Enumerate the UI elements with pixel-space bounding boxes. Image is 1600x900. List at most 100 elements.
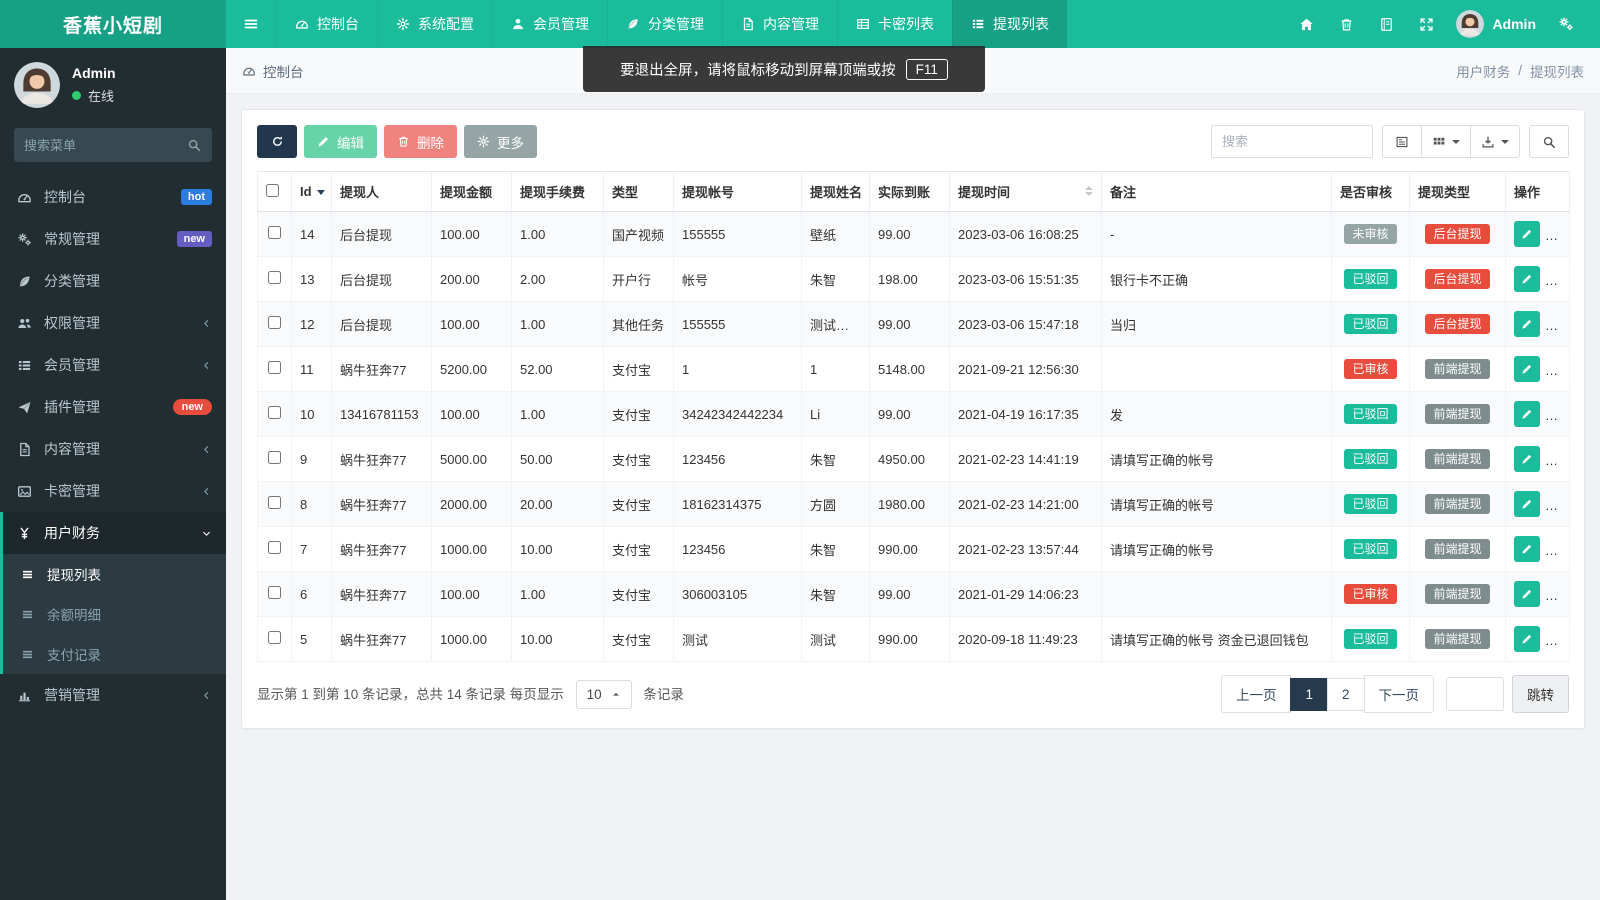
topnav-item[interactable]: 分类管理 [607,0,722,48]
sidebar-item[interactable]: 控制台hot [0,176,226,218]
column-header[interactable]: 提现人 [332,172,432,212]
sidebar-subitem[interactable]: 提现列表 [3,554,226,594]
column-header[interactable]: 提现类型 [1410,172,1506,212]
page-number-button[interactable]: 2 [1327,678,1365,711]
column-header[interactable]: 提现时间 [950,172,1102,212]
sidebar-item[interactable]: 内容管理 [0,428,226,470]
edit-row-button[interactable] [1514,221,1540,247]
edit-row-button[interactable] [1514,266,1540,292]
sidebar-subitem[interactable]: 余额明细 [3,594,226,634]
columns-button[interactable] [1421,125,1471,158]
breadcrumb[interactable]: 控制台 [242,61,304,81]
topnav-user[interactable]: Admin [1446,10,1546,38]
page-number-button[interactable]: 1 [1290,678,1328,711]
column-header[interactable]: 实际到账 [870,172,950,212]
sidebar-user-panel: Admin 在线 [0,48,226,118]
sidebar-item-label: 营销管理 [44,685,100,705]
cell-payee-name: 朱智 [802,572,870,617]
edit-row-button[interactable] [1514,581,1540,607]
search-icon [187,138,201,152]
sidebar-item[interactable]: 插件管理new [0,386,226,428]
sidebar-toggle-button[interactable] [226,0,276,48]
edit-row-button[interactable] [1514,356,1540,382]
edit-button[interactable]: 编辑 [304,125,377,158]
topnav-item[interactable]: 系统配置 [377,0,492,48]
row-checkbox[interactable] [268,451,281,464]
sidebar-item[interactable]: 权限管理 [0,302,226,344]
home-icon[interactable] [1286,0,1326,48]
chevron-left-icon [201,360,212,371]
sidebar-item[interactable]: 会员管理 [0,344,226,386]
cell-payee-name: 测试一下 [802,302,870,347]
row-checkbox[interactable] [268,361,281,374]
jump-button[interactable]: 跳转 [1512,675,1569,713]
column-header[interactable]: 提现帐号 [674,172,802,212]
sidebar-item-label: 分类管理 [44,271,100,291]
row-checkbox[interactable] [268,271,281,284]
edit-row-button[interactable] [1514,536,1540,562]
edit-row-button[interactable] [1514,401,1540,427]
edit-row-button[interactable] [1514,446,1540,472]
expand-icon[interactable] [1406,0,1446,48]
topnav-item[interactable]: 内容管理 [722,0,837,48]
sidebar-item[interactable]: 卡密管理 [0,470,226,512]
trash-icon[interactable] [1326,0,1366,48]
column-header[interactable]: 类型 [604,172,674,212]
edit-row-button[interactable] [1514,626,1540,652]
caret-down-icon [1452,140,1460,144]
row-checkbox[interactable] [268,406,281,419]
refresh-button[interactable] [257,125,297,158]
column-header[interactable]: 提现姓名 [802,172,870,212]
column-header[interactable]: 提现金额 [432,172,512,212]
edit-row-button[interactable] [1514,311,1540,337]
sidebar-subitem[interactable]: 支付记录 [3,634,226,674]
log-icon[interactable] [1366,0,1406,48]
export-button[interactable] [1470,125,1520,158]
column-header[interactable]: 是否审核 [1332,172,1410,212]
sidebar-badge: new [177,231,212,247]
delete-button[interactable]: 删除 [384,125,457,158]
column-header[interactable]: 提现手续费 [512,172,604,212]
leaf-icon [15,274,33,289]
topnav-item[interactable]: 卡密列表 [837,0,952,48]
search-button[interactable] [1529,125,1569,158]
topnav-item[interactable]: 控制台 [276,0,377,48]
row-checkbox[interactable] [268,496,281,509]
chevron-left-icon [201,444,212,455]
cell-fee: 1.00 [512,572,604,617]
sidebar-item[interactable]: 常规管理new [0,218,226,260]
gear-icon [477,135,490,148]
row-checkbox[interactable] [268,316,281,329]
page-size-select[interactable]: 10 [576,680,632,709]
breadcrumb-trail: 用户财务 / 提现列表 [1456,61,1584,81]
column-header[interactable]: 备注 [1102,172,1332,212]
select-all-checkbox[interactable] [266,184,279,197]
edit-row-button[interactable] [1514,491,1540,517]
topnav-item[interactable]: 提现列表 [952,0,1067,48]
row-checkbox[interactable] [268,541,281,554]
select-all-header[interactable] [258,172,292,212]
sidebar-search-input[interactable] [14,128,176,162]
column-header[interactable]: Id [292,172,332,212]
row-checkbox[interactable] [268,631,281,644]
jump-page-input[interactable] [1446,677,1504,711]
row-checkbox[interactable] [268,226,281,239]
cell-withdraw-user: 后台提现 [332,302,432,347]
cell-amount: 5200.00 [432,347,512,392]
column-header[interactable]: 操作 [1506,172,1570,212]
sidebar-search-button[interactable] [176,128,212,162]
pagination-info-suffix: 条记录 [643,687,684,702]
settings-icon[interactable] [1546,0,1586,48]
sidebar-item[interactable]: 分类管理 [0,260,226,302]
chevron-left-icon [201,486,212,497]
menu-icon [243,16,259,32]
prev-page-button[interactable]: 上一页 [1221,675,1292,713]
next-page-button[interactable]: 下一页 [1364,675,1435,713]
sidebar-item[interactable]: 用户财务提现列表余额明细支付记录 [0,512,226,674]
row-checkbox[interactable] [268,586,281,599]
sidebar-item[interactable]: 营销管理 [0,674,226,716]
topnav-item[interactable]: 会员管理 [492,0,607,48]
more-button[interactable]: 更多 [464,125,537,158]
table-search-input[interactable] [1211,125,1373,158]
detail-view-button[interactable] [1382,125,1422,158]
